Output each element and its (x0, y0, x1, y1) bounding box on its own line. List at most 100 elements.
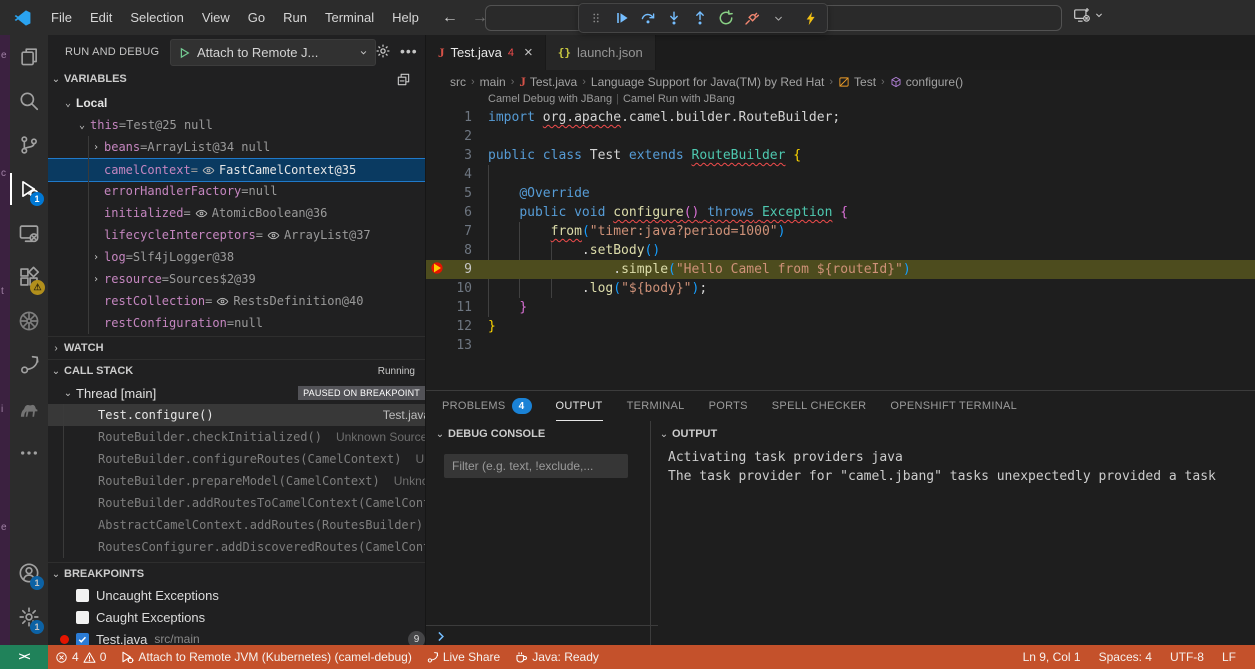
activity-camel[interactable] (10, 387, 48, 431)
call-stack-section-header[interactable]: ⌄CALL STACKRunning (48, 359, 425, 382)
code-line-8[interactable]: 8 .setBody() (426, 241, 1255, 260)
status-right-3[interactable]: LF (1213, 645, 1245, 669)
breadcrumb-item[interactable]: configure() (890, 75, 963, 89)
panel-tab-terminal[interactable]: TERMINAL (627, 392, 685, 421)
variables-scope-local[interactable]: ⌄Local (48, 92, 426, 114)
breakpoint-row[interactable]: Caught Exceptions (48, 606, 426, 628)
session-chooser-button[interactable] (767, 7, 789, 29)
lazy-eval-eye-icon[interactable] (202, 164, 215, 177)
variable-row-initialized[interactable]: initialized = AtomicBoolean@36 (48, 202, 426, 224)
debug-settings-gear-icon[interactable] (375, 43, 391, 59)
variable-row-this[interactable]: ⌄this = Test@25 null (48, 114, 426, 136)
output-pane-header[interactable]: ⌄ OUTPUT (656, 421, 717, 447)
panel-tab-ports[interactable]: PORTS (709, 392, 748, 421)
chevron-down-icon[interactable] (1093, 9, 1105, 21)
stack-frame-row[interactable]: Test.configure()Test.java9:1 (48, 404, 426, 426)
menu-view[interactable]: View (193, 0, 239, 35)
variable-row-restCollection[interactable]: restCollection = RestsDefinition@40 (48, 290, 426, 312)
debug-console-header[interactable]: ⌄ DEBUG CONSOLE (432, 421, 545, 447)
status-debug-session[interactable]: Attach to Remote JVM (Kubernetes) (camel… (113, 645, 418, 669)
code-line-3[interactable]: 3public class Test extends RouteBuilder … (426, 146, 1255, 165)
code-line-6[interactable]: 6 public void configure() throws Excepti… (426, 203, 1255, 222)
code-line-12[interactable]: 12} (426, 317, 1255, 336)
menu-terminal[interactable]: Terminal (316, 0, 383, 35)
collapse-all-icon[interactable] (396, 72, 411, 87)
activity-remote-explorer[interactable] (10, 211, 48, 255)
step-out-button[interactable] (689, 7, 711, 29)
breadcrumb-item[interactable]: Test (838, 75, 876, 89)
line-number[interactable]: 7 (426, 222, 472, 241)
status-right-0[interactable]: Ln 9, Col 1 (1014, 645, 1090, 669)
breadcrumb-item[interactable]: main (480, 75, 506, 89)
panel-splitter[interactable] (650, 421, 651, 646)
activity-kubernetes[interactable] (10, 299, 48, 343)
more-actions-icon[interactable]: ••• (400, 43, 418, 59)
menu-go[interactable]: Go (239, 0, 274, 35)
status-java-status[interactable]: Java: Ready (507, 645, 606, 669)
activity-explorer[interactable] (10, 35, 48, 79)
line-number[interactable]: 3 (426, 146, 472, 165)
lazy-eval-eye-icon[interactable] (267, 229, 280, 242)
variable-row-log[interactable]: ›log = Slf4jLogger@38 (48, 246, 426, 268)
panel-tab-openshift-terminal[interactable]: OPENSHIFT TERMINAL (890, 392, 1017, 421)
line-number[interactable]: 2 (426, 127, 472, 146)
activity-manage[interactable]: 1 (10, 595, 48, 639)
line-number[interactable]: 6 (426, 203, 472, 222)
codelens-camel-run-link[interactable]: Camel Run with JBang (623, 93, 735, 105)
variable-row-restConfiguration[interactable]: restConfiguration = null (48, 312, 426, 334)
breadcrumb-item[interactable]: JTest.java (519, 74, 577, 90)
step-into-button[interactable] (663, 7, 685, 29)
code-line-10[interactable]: 10 .log("${body}"); (426, 279, 1255, 298)
code-editor[interactable]: Camel Debug with JBang|Camel Run with JB… (426, 93, 1255, 390)
breadcrumb-item[interactable]: src (450, 75, 466, 89)
menu-edit[interactable]: Edit (81, 0, 121, 35)
hot-code-replace-button[interactable] (799, 7, 821, 29)
menu-help[interactable]: Help (383, 0, 428, 35)
activity-accounts[interactable]: 1 (10, 551, 48, 595)
line-number[interactable]: 4 (426, 165, 472, 184)
variable-row-resource[interactable]: ›resource = Sources$2@39 (48, 268, 426, 290)
drag-handle-button[interactable] (585, 7, 607, 29)
line-number[interactable]: 11 (426, 298, 472, 317)
stack-frame-row[interactable]: RoutesConfigurer.addDiscoveredRoutes(Cam… (48, 536, 426, 558)
breakpoints-section-header[interactable]: ⌄BREAKPOINTS (48, 562, 425, 585)
menu-selection[interactable]: Selection (121, 0, 192, 35)
activity-run-and-debug[interactable]: 1 (10, 167, 48, 211)
stack-frame-row[interactable]: RouteBuilder.checkInitialized()Unknown S… (48, 426, 426, 448)
variable-row-camelContext[interactable]: camelContext = FastCamelContext@35 (48, 158, 426, 182)
variable-row-errorHandlerFactory[interactable]: errorHandlerFactory = null (48, 180, 426, 202)
stack-frame-row[interactable]: RouteBuilder.configureRoutes(CamelContex… (48, 448, 426, 470)
debug-console-filter-input[interactable] (444, 454, 628, 478)
variables-section-header[interactable]: ⌄VARIABLES (48, 68, 425, 90)
line-number[interactable]: 10 (426, 279, 472, 298)
breakpoint-row[interactable]: Test.javasrc/main9 (48, 628, 426, 645)
breadcrumb[interactable]: src›main›JTest.java›Language Support for… (426, 70, 1255, 93)
back-arrow-icon[interactable]: ← (442, 9, 458, 27)
stack-frame-row[interactable]: AbstractCamelContext.addRoutes(RoutesBui… (48, 514, 426, 536)
close-icon[interactable]: × (524, 44, 533, 61)
activity-additional-views[interactable] (10, 431, 48, 475)
activity-search[interactable] (10, 79, 48, 123)
panel-tab-spell-checker[interactable]: SPELL CHECKER (772, 392, 867, 421)
panel-tab-problems[interactable]: PROBLEMS4 (442, 392, 532, 421)
status-problems[interactable]: 40 (48, 645, 113, 669)
menu-file[interactable]: File (42, 0, 81, 35)
variable-row-beans[interactable]: ›beans = ArrayList@34 null (48, 136, 426, 158)
breadcrumb-item[interactable]: Language Support for Java(TM) by Red Hat (591, 75, 824, 89)
breakpoint-row[interactable]: Uncaught Exceptions (48, 584, 426, 606)
checkbox-unchecked[interactable] (76, 589, 89, 602)
line-number[interactable]: 13 (426, 336, 472, 355)
code-line-9[interactable]: 9 .simple("Hello Camel from ${routeId}") (426, 260, 1255, 279)
debug-console-input[interactable] (426, 625, 658, 647)
menu-run[interactable]: Run (274, 0, 316, 35)
checkbox-checked[interactable] (76, 633, 89, 646)
variable-row-lifecycleInterceptors[interactable]: lifecycleInterceptors = ArrayList@37 (48, 224, 426, 246)
status-live-share[interactable]: Live Share (419, 645, 507, 669)
breakpoint-paused-icon[interactable] (429, 260, 445, 276)
code-line-5[interactable]: 5 @Override (426, 184, 1255, 203)
activity-source-control[interactable] (10, 123, 48, 167)
activity-extensions[interactable]: ⚠ (10, 255, 48, 299)
code-line-2[interactable]: 2 (426, 127, 1255, 146)
code-line-4[interactable]: 4 (426, 165, 1255, 184)
disconnect-button[interactable] (741, 7, 763, 29)
